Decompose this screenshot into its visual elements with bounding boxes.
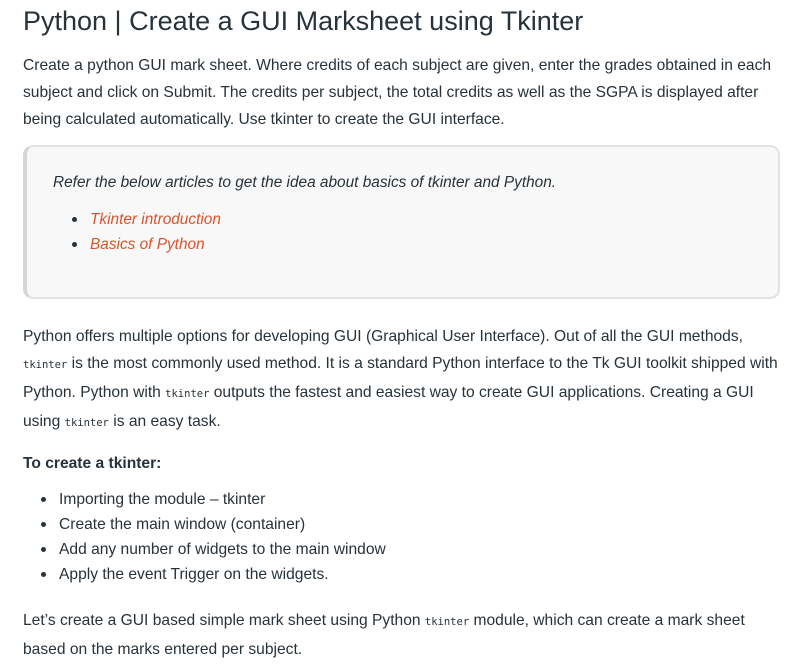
inline-code: tkinter — [424, 616, 470, 628]
inline-code: tkinter — [64, 417, 109, 429]
closing-paragraph: Let’s create a GUI based simple mark she… — [23, 607, 785, 663]
list-item: Importing the module – tkinter — [41, 487, 785, 512]
text-span: is an easy task. — [108, 413, 221, 430]
blockquote-text: Refer the below articles to get the idea… — [53, 174, 557, 191]
list-item: Create the main window (container) — [41, 512, 785, 537]
reference-blockquote: Refer the below articles to get the idea… — [23, 145, 780, 299]
inline-code: tkinter — [23, 359, 68, 371]
gui-options-paragraph: Python offers multiple options for devel… — [23, 323, 785, 437]
text-span: Let’s create a GUI based simple mark she… — [23, 612, 425, 629]
list-item: Tkinter introduction — [72, 207, 752, 232]
reference-links-list: Tkinter introduction Basics of Python — [53, 207, 752, 257]
list-item: Basics of Python — [72, 232, 752, 257]
text-span: Python offers multiple options for devel… — [23, 328, 743, 345]
intro-paragraph: Create a python GUI mark sheet. Where cr… — [23, 57, 772, 128]
section-heading: To create a tkinter: — [23, 455, 162, 472]
article: Python | Create a GUI Marksheet using Tk… — [0, 0, 785, 663]
inline-code: tkinter — [165, 388, 210, 400]
tkinter-introduction-link[interactable]: Tkinter introduction — [90, 211, 221, 228]
list-item: Add any number of widgets to the main wi… — [41, 537, 785, 562]
page-title: Python | Create a GUI Marksheet using Tk… — [23, 6, 584, 36]
list-item: Apply the event Trigger on the widgets. — [41, 562, 785, 587]
basics-of-python-link[interactable]: Basics of Python — [90, 236, 205, 253]
steps-list: Importing the module – tkinter Create th… — [23, 487, 785, 587]
